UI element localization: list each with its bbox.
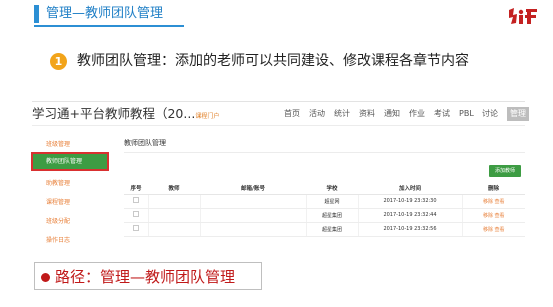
nav-item[interactable]: 统计 <box>334 107 350 121</box>
nav-item[interactable]: 讨论 <box>482 107 498 121</box>
bullet-dot-icon <box>41 273 50 282</box>
nav-item[interactable]: PBL <box>459 107 474 121</box>
row-actions[interactable]: 移除 查看 <box>461 194 525 209</box>
path-callout: 路径：管理—教师团队管理 <box>34 262 262 290</box>
row-actions[interactable]: 移除 查看 <box>461 222 525 237</box>
join-time-cell: 2017-10-19 23:32:44 <box>357 208 462 223</box>
header-underline <box>34 25 184 27</box>
nav-item[interactable]: 首页 <box>284 107 300 121</box>
email-cell <box>199 194 306 209</box>
sidebar-item[interactable]: 助教管理 <box>32 175 108 192</box>
email-cell <box>199 208 306 223</box>
nav-item[interactable]: 考试 <box>434 107 450 121</box>
teacher-cell <box>147 222 200 237</box>
sidebar-item[interactable]: 班级分配 <box>32 213 108 230</box>
nav-item[interactable]: 通知 <box>384 107 400 121</box>
table-header-row: 序号 教师 邮箱/账号 学校 加入时间 删除 <box>124 182 525 195</box>
sidebar-item[interactable]: 班级管理 <box>32 136 108 153</box>
nav-item[interactable]: 资料 <box>359 107 375 121</box>
col-header: 删除 <box>462 182 525 195</box>
school-cell: 超星集团 <box>305 222 358 237</box>
top-nav: 首页 活动 统计 资料 通知 作业 考试 PBL 讨论 管理 <box>133 107 529 121</box>
step-number-badge: 1 <box>50 53 67 70</box>
teacher-cell <box>147 208 200 223</box>
col-header: 学校 <box>306 182 358 195</box>
slide-header: 管理—教师团队管理 <box>0 0 553 30</box>
join-time-cell: 2017-10-19 23:32:56 <box>357 222 462 237</box>
table-row: 超星网 2017-10-19 23:32:30 移除 查看 <box>124 194 525 209</box>
app-topbar: 学习通+平台教师教程（20...课程门户 首页 活动 统计 资料 通知 作业 考试 PBL 讨论… <box>32 102 529 126</box>
section-heading: 1 教师团队管理：添加的老师可以共同建设、修改课程各章节内容 <box>50 51 530 73</box>
path-text: 路径：管理—教师团队管理 <box>55 268 236 286</box>
teacher-table: 序号 教师 邮箱/账号 学校 加入时间 删除 超星网 2017-10-19 23… <box>124 182 525 237</box>
email-cell <box>199 222 306 237</box>
app-screenshot: 学习通+平台教师教程（20...课程门户 首页 活动 统计 资料 通知 作业 考试 PBL 讨论… <box>31 101 529 251</box>
teacher-cell <box>147 194 200 209</box>
school-cell: 超星网 <box>305 194 358 209</box>
content-title: 教师团队管理 <box>124 139 166 147</box>
table-row: 超星集团 2017-10-19 23:32:56 移除 查看 <box>124 222 525 237</box>
sidebar-item[interactable]: 操作日志 <box>32 232 108 249</box>
nav-item[interactable]: 活动 <box>309 107 325 121</box>
nav-item[interactable]: 管理 <box>507 107 529 121</box>
row-checkbox[interactable] <box>132 197 139 203</box>
divider <box>124 152 525 153</box>
col-header: 加入时间 <box>358 182 462 195</box>
col-header: 教师 <box>148 182 200 195</box>
add-teacher-button[interactable]: 添加教师 <box>489 165 521 177</box>
header-accent-bar <box>34 5 39 23</box>
sidebar-item[interactable]: 教师团队管理 <box>31 152 109 171</box>
sidebar-item[interactable]: 课程管理 <box>32 194 108 211</box>
row-checkbox[interactable] <box>132 211 139 217</box>
section-heading-text: 教师团队管理：添加的老师可以共同建设、修改课程各章节内容 <box>77 53 469 69</box>
table-row: 超星集团 2017-10-19 23:32:44 移除 查看 <box>124 208 525 223</box>
school-cell: 超星集团 <box>305 208 358 223</box>
row-actions[interactable]: 移除 查看 <box>461 208 525 223</box>
join-time-cell: 2017-10-19 23:32:30 <box>357 194 462 209</box>
sidebar: 班级管理 教师团队管理 助教管理课程管理班级分配操作日志 <box>31 132 109 251</box>
nav-item[interactable]: 作业 <box>409 107 425 121</box>
brand-logo-icon <box>509 8 537 24</box>
row-checkbox[interactable] <box>132 225 139 231</box>
slide-title: 管理—教师团队管理 <box>46 6 164 21</box>
main-content: 教师团队管理 添加教师 序号 教师 邮箱/账号 学校 加入时间 删除 超星网 2… <box>124 132 525 251</box>
col-header: 序号 <box>124 182 148 195</box>
col-header: 邮箱/账号 <box>200 182 306 195</box>
